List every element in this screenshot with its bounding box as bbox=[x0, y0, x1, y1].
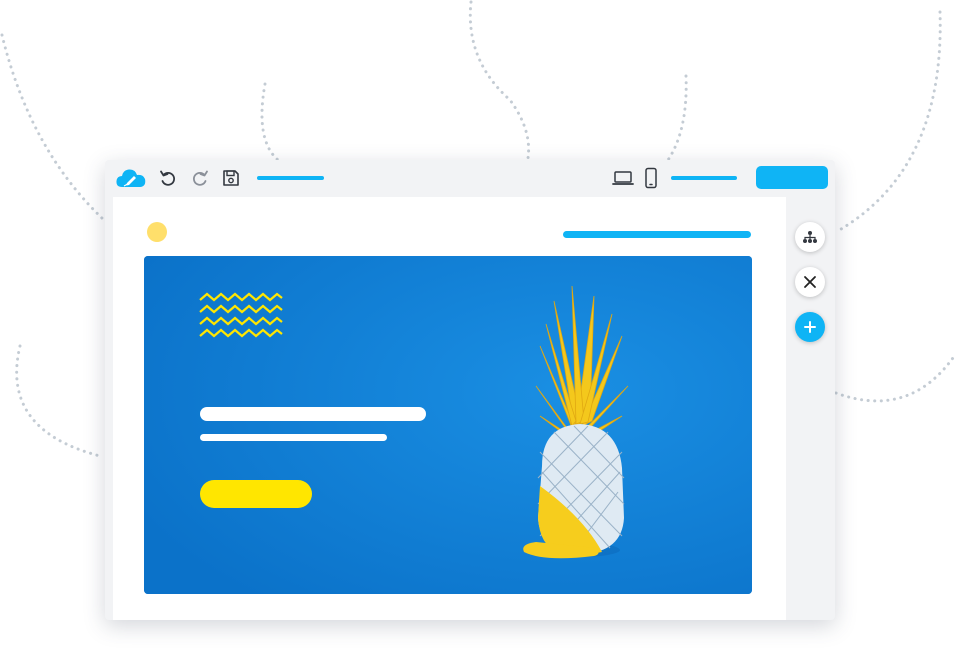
page-canvas bbox=[113, 197, 786, 620]
close-button[interactable] bbox=[795, 267, 825, 297]
zoom-selector-line[interactable] bbox=[671, 176, 737, 180]
dotted-curve bbox=[834, 353, 957, 403]
hero-cta-button[interactable] bbox=[200, 480, 312, 508]
laptop-icon[interactable] bbox=[611, 166, 635, 190]
undo-icon[interactable] bbox=[156, 166, 180, 190]
add-button[interactable] bbox=[795, 312, 825, 342]
sitemap-button[interactable] bbox=[795, 222, 825, 252]
sitemap-icon bbox=[803, 231, 817, 243]
plus-icon bbox=[804, 321, 816, 333]
page-selector-line[interactable] bbox=[257, 176, 324, 180]
dotted-curve bbox=[15, 344, 102, 458]
page-nav-line[interactable] bbox=[563, 231, 751, 238]
dotted-curve bbox=[666, 74, 688, 162]
save-icon[interactable] bbox=[219, 166, 243, 190]
stage bbox=[0, 0, 957, 653]
hero-heading-placeholder bbox=[200, 407, 426, 421]
redo-icon[interactable] bbox=[188, 166, 212, 190]
page-logo[interactable] bbox=[147, 222, 167, 242]
dotted-curve bbox=[468, 0, 531, 160]
mobile-icon[interactable] bbox=[639, 166, 663, 190]
cloud-pen-icon[interactable] bbox=[114, 166, 148, 190]
dotted-curve bbox=[834, 10, 942, 234]
dotted-curve bbox=[260, 82, 280, 162]
editor-window bbox=[105, 160, 835, 620]
hero-subheading-placeholder bbox=[200, 434, 387, 441]
hero-section[interactable] bbox=[144, 256, 752, 594]
toolbar bbox=[105, 160, 835, 196]
publish-button[interactable] bbox=[756, 166, 828, 189]
close-icon bbox=[804, 276, 816, 288]
dotted-curve bbox=[0, 33, 106, 222]
hero-background-art bbox=[144, 256, 752, 594]
